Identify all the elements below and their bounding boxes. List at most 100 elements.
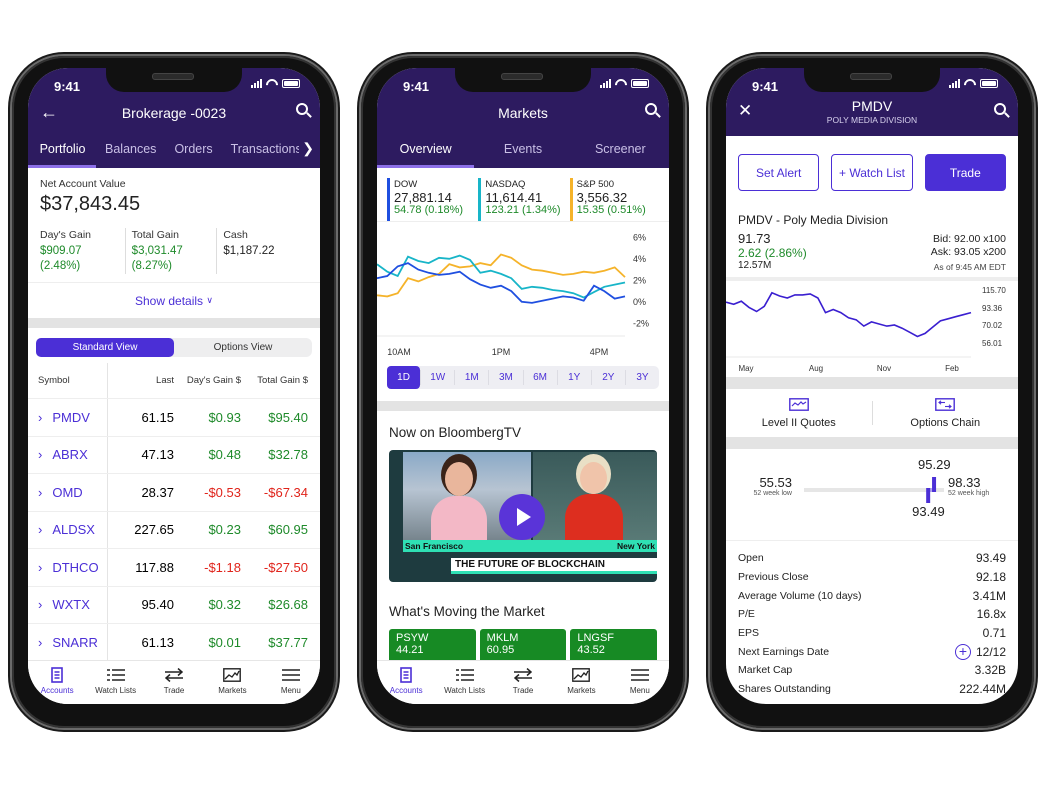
close-icon[interactable]: ✕	[738, 101, 752, 121]
total-gain-cell: $37.77	[268, 634, 308, 650]
play-icon[interactable]	[499, 494, 545, 540]
movers-section-title: What's Moving the Market	[389, 604, 545, 619]
total-gain-cell: -$27.50	[263, 559, 308, 575]
document-icon	[400, 666, 413, 683]
nav-trade[interactable]: Trade	[145, 661, 203, 700]
total-gain-cell: $95.40	[268, 409, 308, 425]
cash-value: $1,187.22	[223, 245, 275, 257]
range-6m[interactable]: 6M	[522, 370, 557, 385]
nav-markets[interactable]: Markets	[203, 661, 261, 700]
table-row[interactable]: › WXTX 95.40 $0.32 $26.68	[28, 586, 320, 624]
last-price: 227.65	[134, 522, 174, 538]
total-gain-cell: $32.78	[268, 447, 308, 463]
tv-section-title: Now on BloombergTV	[389, 425, 522, 440]
stat-row: Open 93.49	[738, 551, 1006, 566]
y-tick-label: 93.36	[982, 304, 1003, 313]
last-price: 61.15	[141, 409, 174, 425]
view-toggle: Standard View Options View	[36, 338, 312, 357]
show-details-link[interactable]: Show details ∨	[28, 282, 320, 318]
markets-screen: 9:41 Markets Overview Events Screener DO…	[377, 68, 669, 704]
list-icon	[455, 667, 474, 683]
add-calendar-icon[interactable]: +	[954, 643, 971, 660]
holdings-table: › PMDV 61.15 $0.93 $95.40 › ABRX 47.13 $0.…	[28, 399, 320, 662]
y-tick-label: -2%	[633, 318, 649, 328]
series-line-dow	[377, 262, 626, 304]
chevron-right-icon[interactable]: ❯	[299, 140, 314, 157]
total-gain-value: $3,031.47	[131, 245, 183, 257]
standard-view-button[interactable]: Standard View	[36, 338, 174, 357]
trade-button[interactable]: Trade	[924, 154, 1006, 191]
wifi-icon	[266, 79, 278, 88]
range-1y[interactable]: 1Y	[556, 370, 591, 385]
table-row[interactable]: › SNARR 61.13 $0.01 $37.77	[28, 624, 320, 662]
options-chain-link[interactable]: Options Chain	[873, 397, 1019, 429]
days-gain: Day's Gain $909.07 (2.48%)	[40, 228, 125, 274]
divider	[726, 437, 1018, 449]
range-1w[interactable]: 1W	[420, 370, 454, 385]
x-tick-label: 4PM	[590, 347, 609, 357]
nav-menu[interactable]: Menu	[611, 661, 669, 700]
location-bar: San Francisco New York	[403, 540, 657, 552]
options-view-button[interactable]: Options View	[174, 338, 312, 357]
range-1m[interactable]: 1M	[454, 370, 488, 385]
table-row[interactable]: › OMD 28.37 -$0.53 -$67.34	[28, 474, 320, 512]
index-sp500[interactable]: S&P 500 3,556.32 15.35 (0.51%)	[569, 178, 661, 221]
nav-accounts[interactable]: Accounts	[28, 661, 86, 700]
video-player[interactable]: San Francisco New York THE FUTURE OF BLO…	[389, 450, 657, 582]
tab-transactions[interactable]: Transactions	[222, 130, 311, 168]
tab-screener[interactable]: Screener	[572, 130, 669, 168]
table-row[interactable]: › PMDV 61.15 $0.93 $95.40	[28, 399, 320, 437]
tab-balances[interactable]: Balances	[96, 130, 165, 168]
table-row[interactable]: › DTHCO 117.88 -$1.18 -$27.50	[28, 549, 320, 587]
symbol: ABRX	[52, 447, 88, 463]
tab-events[interactable]: Events	[474, 130, 571, 168]
search-icon[interactable]	[645, 103, 657, 115]
document-icon	[51, 666, 64, 683]
y-tick-label: 6%	[633, 232, 646, 242]
notch	[106, 68, 242, 92]
status-time: 9:41	[752, 79, 779, 94]
tab-orders[interactable]: Orders	[165, 130, 221, 168]
range-3m[interactable]: 3M	[488, 370, 522, 385]
chevron-right-icon: ›	[38, 597, 43, 613]
search-icon[interactable]	[296, 103, 308, 115]
range-2y[interactable]: 2Y	[590, 370, 625, 385]
table-row[interactable]: › ABRX 47.13 $0.48 $32.78	[28, 436, 320, 474]
search-icon[interactable]	[994, 103, 1006, 115]
index-nasdaq[interactable]: NASDAQ 11,614.41 123.21 (1.34%)	[478, 178, 569, 221]
index-dow[interactable]: DOW 27,881.14 54.78 (0.18%)	[387, 178, 478, 221]
add-watch-list-button[interactable]: + Watch List	[831, 154, 913, 191]
table-row[interactable]: › ALDSX 227.65 $0.23 $60.95	[28, 511, 320, 549]
range-1d[interactable]: 1D	[387, 366, 421, 389]
chevron-right-icon: ›	[38, 447, 43, 463]
nav-menu[interactable]: Menu	[262, 661, 320, 700]
series-line-pmdv	[726, 291, 972, 338]
week-52-low: 55.53	[759, 475, 792, 490]
x-tick-label: 1PM	[492, 347, 511, 357]
nav-watch-lists[interactable]: Watch Lists	[86, 661, 144, 700]
level-2-quotes-link[interactable]: Level II Quotes	[726, 397, 872, 429]
set-alert-button[interactable]: Set Alert	[738, 154, 820, 191]
line-chart-icon	[223, 667, 242, 683]
days-gain-value: $909.07	[40, 245, 82, 257]
nav-accounts[interactable]: Accounts	[377, 661, 435, 700]
total-gain-cell: $26.68	[268, 597, 308, 613]
nav-watch-lists[interactable]: Watch Lists	[435, 661, 493, 700]
index-chart-svg: 6% 4% 2% 0% -2% 10AM 1PM 4PM	[377, 232, 649, 357]
x-tick-label: Feb	[945, 364, 959, 373]
stat-row: P/E 16.8x	[738, 607, 1006, 622]
nav-trade[interactable]: Trade	[494, 661, 552, 700]
tab-portfolio[interactable]: Portfolio	[28, 130, 96, 168]
status-time: 9:41	[403, 79, 430, 94]
range-3y[interactable]: 3Y	[624, 370, 659, 385]
battery-icon	[282, 79, 300, 88]
list-icon	[106, 667, 125, 683]
nav-markets[interactable]: Markets	[552, 661, 610, 700]
quote-summary: PMDV - Poly Media Division 91.73 2.62 (2…	[726, 205, 1018, 277]
y-tick-label: 2%	[633, 275, 646, 285]
tab-overview[interactable]: Overview	[377, 130, 475, 168]
cash: Cash $1,187.22	[216, 228, 308, 274]
wifi-icon	[615, 79, 627, 88]
back-arrow-icon[interactable]: ←	[40, 102, 58, 123]
days-gain-cell: $0.01	[208, 634, 241, 650]
